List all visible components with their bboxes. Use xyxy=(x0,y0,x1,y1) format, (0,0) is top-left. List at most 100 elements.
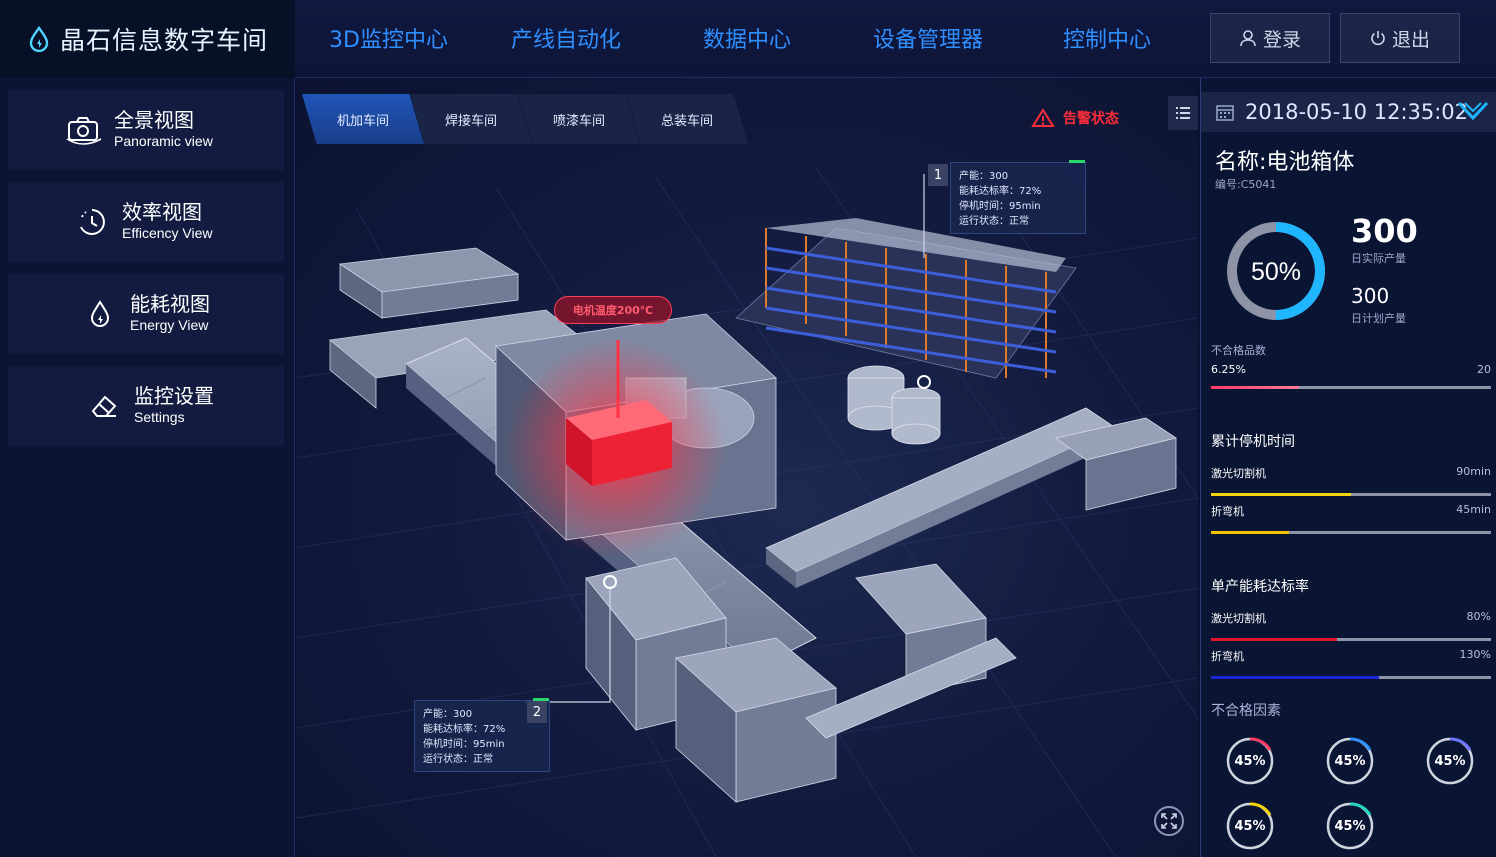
factor-value: 45% xyxy=(1434,753,1466,769)
app-title: 晶石信息数字车间 xyxy=(60,26,269,55)
defect-count: 20 xyxy=(1477,363,1491,376)
downtime-bar-laser xyxy=(1211,493,1491,496)
tab-painting[interactable]: 喷漆车间 xyxy=(518,94,640,144)
calendar-icon xyxy=(1216,105,1234,121)
donut-percent: 50% xyxy=(1251,258,1301,286)
datetime-value: 2018-05-10 12:35:02 xyxy=(1245,100,1469,124)
alarm-label: 告警状态 xyxy=(1063,111,1119,127)
machine-name: 折弯机 xyxy=(1211,505,1244,518)
power-icon xyxy=(1371,31,1385,46)
plan-output-label: 日计划产量 xyxy=(1351,312,1406,325)
sidebar-item-efficiency[interactable]: 效率视图 Efficency View xyxy=(8,182,284,262)
station-badge-2: 2 xyxy=(527,701,547,723)
tab-welding[interactable]: 焊接车间 xyxy=(410,94,532,144)
tab-assembly[interactable]: 总装车间 xyxy=(626,94,748,144)
nav-3d-monitor[interactable]: 3D监控中心 xyxy=(329,22,448,54)
factor-value: 45% xyxy=(1234,818,1266,834)
alarm-status[interactable]: 告警状态 xyxy=(1031,108,1119,128)
sidebar-label-cn: 能耗视图 xyxy=(130,292,210,316)
machine-value: 130% xyxy=(1459,648,1491,661)
machine-value: 45min xyxy=(1456,503,1491,516)
machine-name: 激光切割机 xyxy=(1211,612,1266,625)
factor-ring: 45% xyxy=(1325,736,1375,786)
card-line: 运行状态：正常 xyxy=(959,216,1029,227)
login-label: 登录 xyxy=(1262,28,1301,51)
sidebar-label-en: Energy View xyxy=(130,317,209,333)
machine-name: 激光切割机 xyxy=(1211,467,1266,480)
station-badge-1: 1 xyxy=(928,164,948,186)
sidebar-item-panoramic[interactable]: 全景视图 Panoramic view xyxy=(8,90,284,170)
machine-name: 折弯机 xyxy=(1211,650,1244,663)
downtime-row-bender: 折弯机 45min xyxy=(1211,503,1491,519)
logout-button[interactable]: 退出 xyxy=(1340,13,1460,63)
chevron-down-icon[interactable] xyxy=(1457,100,1489,122)
actual-output: 300 xyxy=(1351,212,1418,250)
drop-logo-icon xyxy=(29,26,49,52)
sidebar-label-cn: 效率视图 xyxy=(122,200,202,224)
sidebar-label-en: Efficency View xyxy=(122,225,213,241)
downtime-bar-fill xyxy=(1211,493,1351,496)
top-nav: 3D监控中心 产线自动化 数据中心 设备管理器 控制中心 登录 退出 xyxy=(295,0,1496,78)
user-icon xyxy=(1240,30,1256,47)
factor-ring: 45% xyxy=(1225,801,1275,851)
card-line: 停机时间：95min xyxy=(959,201,1041,212)
sidebar-label-cn: 全景视图 xyxy=(114,108,194,132)
status-bar xyxy=(1069,160,1085,163)
energy-bar-fill xyxy=(1211,676,1379,679)
station-info-card-1[interactable]: 产能：300 能耗达标率：72% 停机时间：95min 运行状态：正常 xyxy=(950,160,1086,234)
product-code: 编号:C5041 xyxy=(1215,178,1277,191)
expand-icon xyxy=(1161,813,1177,829)
logout-label: 退出 xyxy=(1391,28,1430,51)
nav-device-manager[interactable]: 设备管理器 xyxy=(873,22,983,54)
nav-control-center[interactable]: 控制中心 xyxy=(1063,22,1151,54)
list-icon xyxy=(1176,107,1190,119)
downtime-row-laser: 激光切割机 90min xyxy=(1211,465,1491,481)
energy-title: 单产能耗达标率 xyxy=(1211,579,1309,595)
card-line: 产能：300 xyxy=(959,171,1009,182)
card-line: 停机时间：95min xyxy=(423,739,505,750)
product-name: 名称:电池箱体 xyxy=(1215,150,1355,175)
drop-icon xyxy=(80,294,120,334)
camera-icon xyxy=(64,110,104,150)
factory-3d-viewport[interactable]: 机加车间 焊接车间 喷漆车间 总装车间 告警状态 电机温度200℃ 1 产能：3… xyxy=(296,78,1198,857)
nav-line-automation[interactable]: 产线自动化 xyxy=(511,22,621,54)
factor-ring: 45% xyxy=(1225,736,1275,786)
factors-title: 不合格因素 xyxy=(1211,703,1281,719)
datetime-selector[interactable]: 2018-05-10 12:35:02 xyxy=(1201,92,1496,132)
energy-row-bender: 折弯机 130% xyxy=(1211,648,1491,664)
defect-count-label: 不合格品数 xyxy=(1211,344,1266,357)
machine-value: 90min xyxy=(1456,465,1491,478)
defect-row: 6.25% 20 xyxy=(1211,363,1491,376)
defect-percent: 6.25% xyxy=(1211,363,1246,376)
factor-value: 45% xyxy=(1334,753,1366,769)
tab-machining[interactable]: 机加车间 xyxy=(302,94,424,144)
login-button[interactable]: 登录 xyxy=(1210,13,1330,63)
yield-donut-chart: 50% xyxy=(1227,222,1325,320)
app-logo: 晶石信息数字车间 xyxy=(0,0,295,78)
sidebar-label-en: Panoramic view xyxy=(114,133,213,149)
factor-ring: 45% xyxy=(1425,736,1475,786)
energy-bar-laser xyxy=(1211,638,1491,641)
left-sidebar: 全景视图 Panoramic view 效率视图 Efficency View 能耗… xyxy=(0,78,295,857)
right-info-panel: 2018-05-10 12:35:02 名称:电池箱体 编号:C5041 50%… xyxy=(1200,78,1496,857)
eraser-icon xyxy=(84,386,124,426)
machine-value: 80% xyxy=(1466,610,1491,623)
card-line: 产能：300 xyxy=(423,709,473,720)
card-line: 能耗达标率：72% xyxy=(423,724,506,735)
motor-temperature-alert[interactable]: 电机温度200℃ xyxy=(554,296,672,324)
energy-row-laser: 激光切割机 80% xyxy=(1211,610,1491,626)
sidebar-item-settings[interactable]: 监控设置 Settings xyxy=(8,366,284,446)
fullscreen-button[interactable] xyxy=(1154,806,1184,836)
sidebar-item-energy[interactable]: 能耗视图 Energy View xyxy=(8,274,284,354)
sidebar-label-cn: 监控设置 xyxy=(134,384,214,408)
defect-bar-fill xyxy=(1211,386,1299,389)
downtime-title: 累计停机时间 xyxy=(1211,434,1295,450)
card-line: 能耗达标率：72% xyxy=(959,186,1042,197)
warning-icon xyxy=(1031,108,1055,127)
downtime-bar-bender xyxy=(1211,531,1491,534)
energy-bar-bender xyxy=(1211,676,1491,679)
downtime-bar-fill xyxy=(1211,531,1290,534)
defect-bar xyxy=(1211,386,1491,389)
nav-data-center[interactable]: 数据中心 xyxy=(703,22,791,54)
list-toggle-button[interactable] xyxy=(1168,96,1198,130)
